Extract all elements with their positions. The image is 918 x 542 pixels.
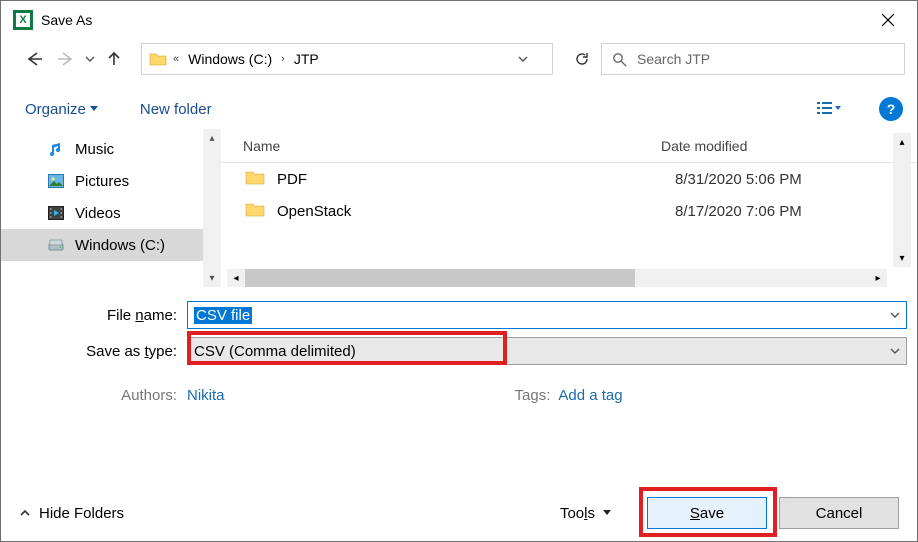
save-button[interactable]: Save [647,497,767,529]
scroll-up-icon[interactable]: ▴ [203,129,221,147]
videos-icon [47,204,65,222]
search-icon [612,52,627,67]
tags-label: Tags: [515,387,559,404]
chevron-down-icon [518,54,528,64]
new-folder-button[interactable]: New folder [140,101,212,118]
tags-value[interactable]: Add a tag [558,387,622,404]
chevron-down-icon [890,346,900,356]
main-area: Music Pictures Videos Windows (C:) ▴ ▾ N… [1,129,917,287]
filename-input[interactable]: CSV file [187,301,907,329]
scroll-down-icon[interactable]: ▾ [203,269,221,287]
arrow-up-icon [105,50,123,68]
organize-button[interactable]: Organize [25,101,98,118]
close-button[interactable] [867,5,909,35]
column-name[interactable]: Name [221,138,661,154]
sidebar-item-pictures[interactable]: Pictures [1,165,221,197]
file-row[interactable]: PDF 8/31/2020 5:06 PM [221,163,917,195]
nav-row: « Windows (C:) › JTP Search JTP [1,39,917,79]
help-button[interactable]: ? [879,97,903,121]
authors-value[interactable]: Nikita [187,387,225,404]
search-input[interactable]: Search JTP [601,43,905,75]
up-button[interactable] [99,44,129,74]
horizontal-scrollbar[interactable]: ◂ ▸ [227,269,887,287]
saveastype-dropdown-arrow [890,346,900,356]
breadcrumb-seg-2[interactable]: JTP [290,51,323,67]
pictures-icon [47,172,65,190]
cancel-button[interactable]: Cancel [779,497,899,529]
arrow-left-icon [24,49,44,69]
scroll-thumb[interactable] [245,269,635,287]
caret-down-icon [603,510,611,516]
sidebar-item-music[interactable]: Music [1,133,221,165]
hide-folders-button[interactable]: Hide Folders [19,505,124,522]
file-list-header: Name Date modified [221,129,917,163]
bottom-bar: Hide Folders Tools Save Cancel [1,485,917,541]
form-area: File name: CSV file Save as type: CSV (C… [1,287,917,411]
drive-icon [47,236,65,254]
caret-down-icon [90,106,98,112]
breadcrumb-seg-1[interactable]: Windows (C:) [184,51,276,67]
folder-icon [245,169,267,189]
saveastype-label: Save as type: [11,343,187,360]
scroll-left-icon[interactable]: ◂ [227,269,245,287]
history-dropdown[interactable] [85,54,95,64]
arrow-right-icon [56,49,76,69]
saveastype-dropdown[interactable]: CSV (Comma delimited) [187,337,907,365]
excel-icon [13,10,33,30]
chevron-right-icon: › [278,53,288,65]
music-icon [47,140,65,158]
breadcrumb-prefix[interactable]: « [170,53,182,65]
sidebar-scrollbar[interactable]: ▴ ▾ [203,129,221,287]
view-list-icon [816,100,842,118]
column-date[interactable]: Date modified [661,138,917,154]
filename-label: File name: [11,307,187,324]
refresh-icon [574,51,590,67]
folder-icon [245,201,267,221]
scroll-up-icon[interactable]: ▴ [893,133,911,151]
filename-dropdown[interactable] [890,310,900,320]
sidebar: Music Pictures Videos Windows (C:) ▴ ▾ [1,129,221,287]
address-dropdown[interactable] [518,54,546,64]
sidebar-item-videos[interactable]: Videos [1,197,221,229]
authors-label: Authors: [11,387,187,404]
forward-button[interactable] [51,44,81,74]
sidebar-item-windows-c[interactable]: Windows (C:) [1,229,221,261]
file-row[interactable]: OpenStack 8/17/2020 7:06 PM [221,195,917,227]
chevron-up-icon [19,507,31,519]
back-button[interactable] [19,44,49,74]
toolbar: Organize New folder ? [1,89,917,129]
file-list: Name Date modified PDF 8/31/2020 5:06 PM… [221,129,917,287]
close-icon [881,13,895,27]
view-button[interactable] [809,96,849,122]
window-title: Save As [41,12,867,28]
chevron-down-icon [890,310,900,320]
vertical-scrollbar[interactable]: ▴ ▾ [893,133,911,267]
titlebar: Save As [1,1,917,39]
scroll-right-icon[interactable]: ▸ [869,269,887,287]
search-placeholder: Search JTP [637,51,710,67]
address-bar[interactable]: « Windows (C:) › JTP [141,43,553,75]
scroll-down-icon[interactable]: ▾ [893,249,911,267]
chevron-down-icon [85,54,95,64]
tools-menu[interactable]: Tools [560,505,611,522]
refresh-button[interactable] [565,43,599,75]
folder-icon [148,49,168,69]
